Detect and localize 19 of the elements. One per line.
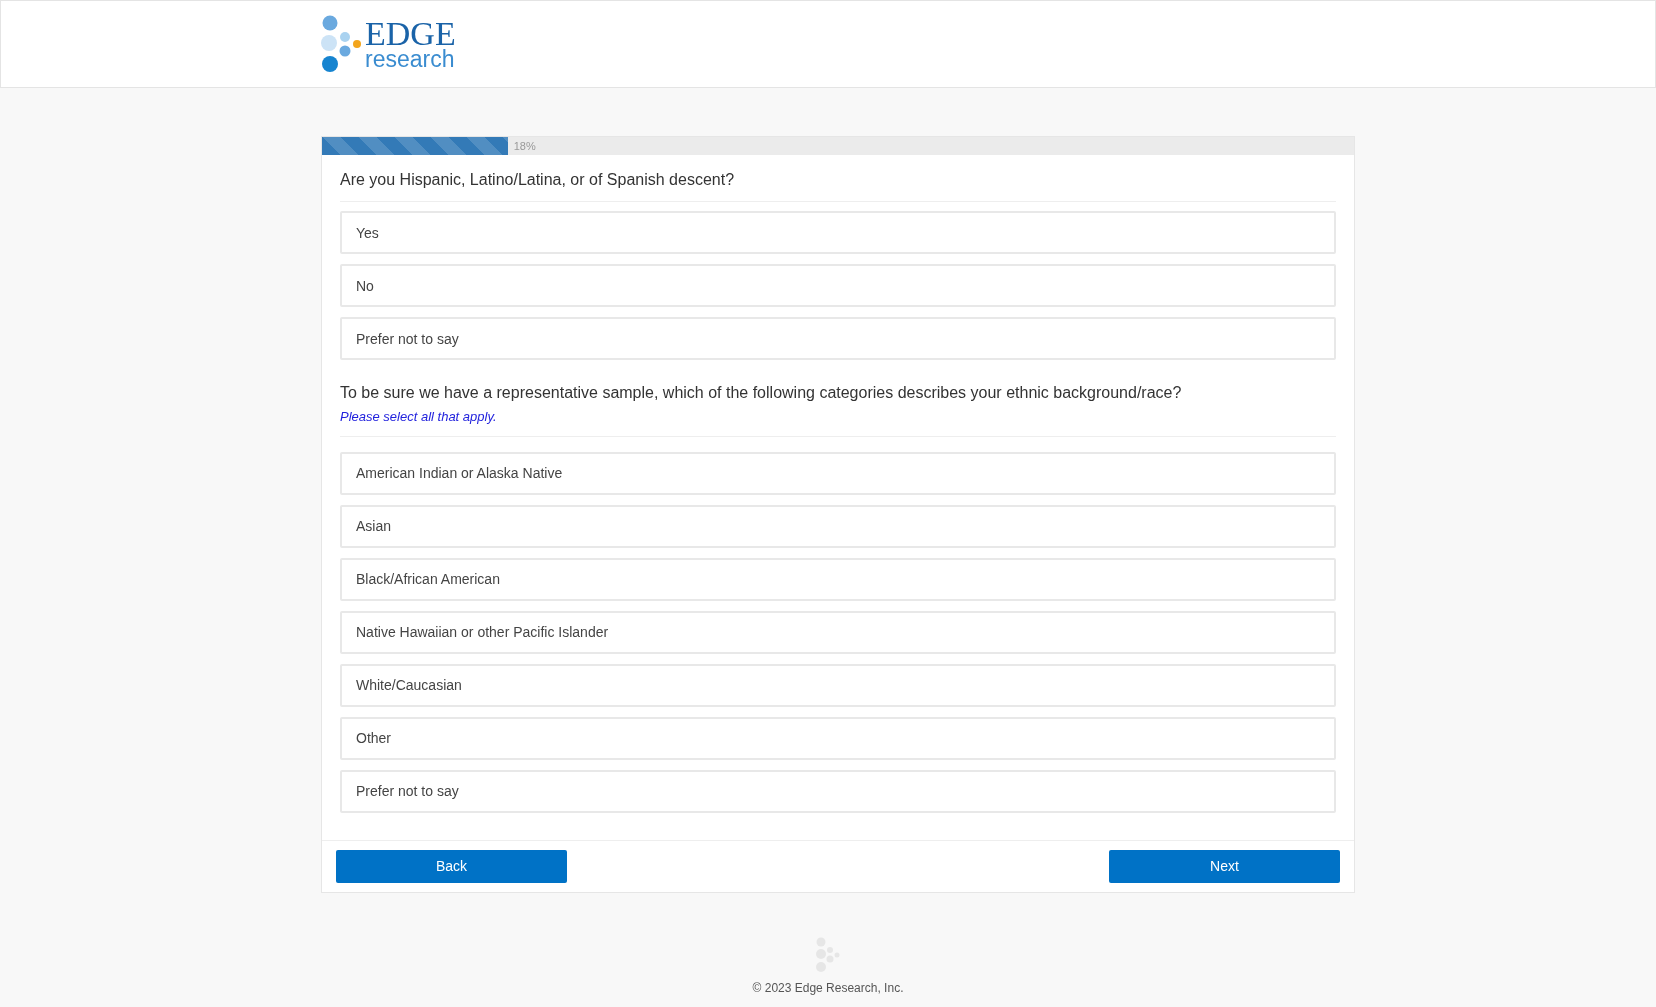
answer-option[interactable]: Yes <box>340 211 1336 255</box>
answer-option[interactable]: Native Hawaiian or other Pacific Islander <box>340 610 1336 654</box>
answer-option[interactable]: Other <box>340 716 1336 760</box>
back-button[interactable]: Back <box>336 849 567 883</box>
answer-option[interactable]: Prefer not to say <box>340 317 1336 361</box>
answer-option[interactable]: No <box>340 264 1336 308</box>
answer-option[interactable]: Prefer not to say <box>340 769 1336 813</box>
answer-option[interactable]: White/Caucasian <box>340 663 1336 707</box>
instruction-text: Please select all that apply. <box>340 408 498 424</box>
answer-option[interactable]: American Indian or Alaska Native <box>340 451 1336 495</box>
next-button[interactable]: Next <box>1109 849 1340 883</box>
progress-label: 18% <box>513 140 536 152</box>
question-text: Are you Hispanic, Latino/Latina, or of Spanish descent? <box>340 170 736 190</box>
answer-option[interactable]: Black/African American <box>340 557 1336 601</box>
logo-dots-icon <box>321 15 363 73</box>
answer-option[interactable]: Asian <box>340 504 1336 548</box>
question-text: To be sure we have a representative sample, which of the following categories describes your ethnic background/race? <box>340 383 1183 404</box>
logo-wordmark: EDGE research <box>365 17 456 71</box>
copyright-text: © 2023 Edge Research, Inc. <box>752 980 904 995</box>
